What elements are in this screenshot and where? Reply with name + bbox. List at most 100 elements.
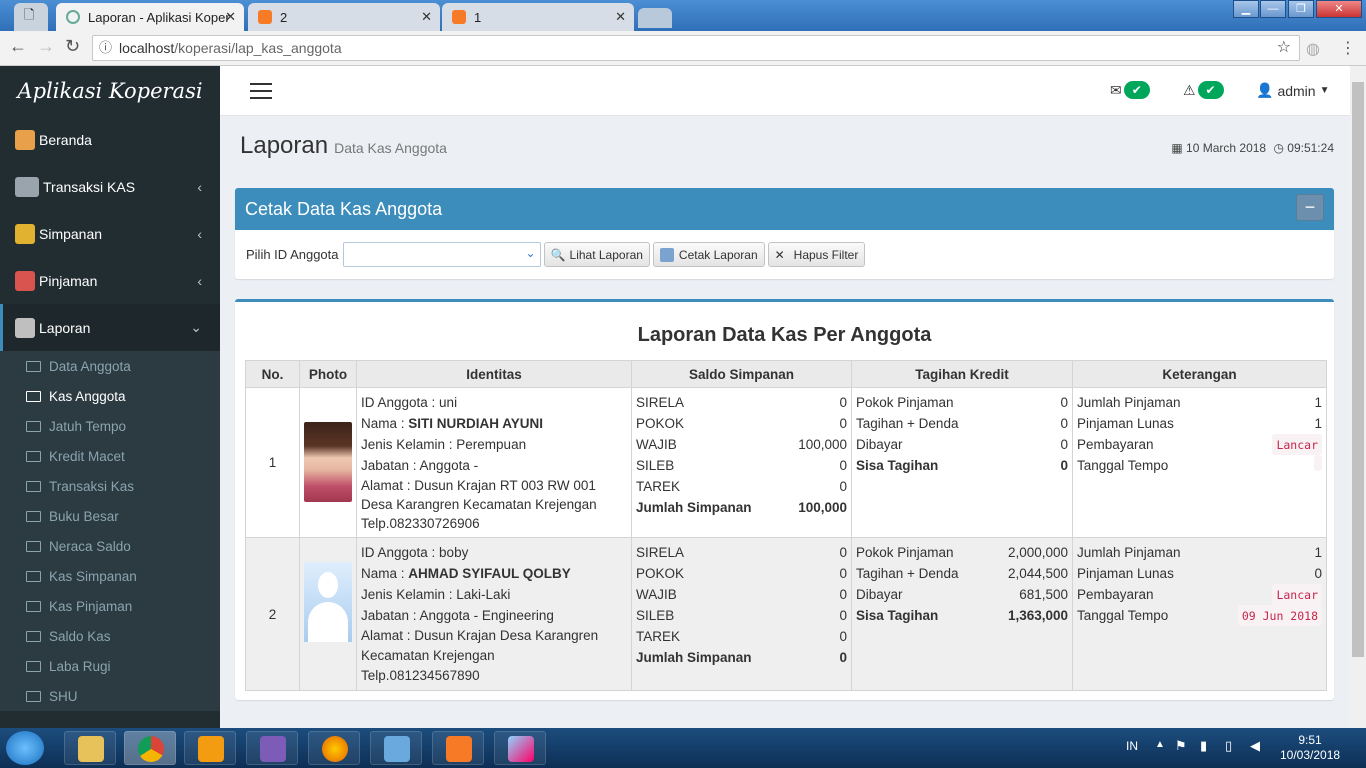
- scrollbar-thumb[interactable]: [1352, 82, 1364, 657]
- cell-photo: [299, 537, 357, 691]
- sidebar-item-simpanan[interactable]: Simpanan ‹: [0, 210, 220, 257]
- taskbar-visual-studio[interactable]: [246, 731, 298, 765]
- messages-menu[interactable]: ✉ ✔: [1110, 81, 1150, 99]
- taskbar-chrome[interactable]: [124, 731, 176, 765]
- cell-kredit: Pokok Pinjaman 0 Tagihan + Denda 0 Dibayar…: [851, 387, 1073, 538]
- minimize-icon[interactable]: —: [1260, 0, 1286, 18]
- saving-row: POKOK 0: [636, 563, 847, 584]
- print-report-button[interactable]: Cetak Laporan: [652, 242, 765, 267]
- credit-row: Tagihan + Denda 0: [856, 413, 1068, 434]
- submenu-buku-besar[interactable]: Buku Besar: [0, 501, 220, 531]
- saving-total-row: Jumlah Simpanan 0: [636, 647, 847, 668]
- saving-total-row: Jumlah Simpanan 100,000: [636, 497, 847, 518]
- sidebar: Aplikasi Koperasi Beranda Transaksi KAS …: [0, 66, 220, 728]
- member-position: Jabatan : Anggota -: [361, 458, 479, 473]
- sidebar-item-pinjaman[interactable]: Pinjaman ‹: [0, 257, 220, 304]
- back-icon[interactable]: ←: [9, 36, 27, 57]
- member-id: ID Anggota : uni: [361, 395, 458, 410]
- submenu-jatuh-tempo[interactable]: Jatuh Tempo: [0, 411, 220, 441]
- collapse-minus-icon[interactable]: −: [1296, 194, 1324, 221]
- cell-photo: [299, 387, 357, 538]
- language-indicator[interactable]: IN: [1126, 739, 1138, 753]
- windows-start-icon[interactable]: [6, 731, 44, 765]
- close-window-icon[interactable]: ✕: [1316, 0, 1362, 18]
- submenu-transaksi-kas[interactable]: Transaksi Kas: [0, 471, 220, 501]
- paint-icon: [508, 736, 534, 762]
- volume-icon[interactable]: ◀: [1250, 738, 1260, 754]
- warning-icon: ⚠: [1183, 81, 1196, 98]
- sidebar-item-laporan[interactable]: Laporan ⌄: [0, 304, 220, 351]
- taskbar-remote-desktop[interactable]: [370, 731, 422, 765]
- submenu-laba-rugi[interactable]: Laba Rugi: [0, 651, 220, 681]
- new-tab-button[interactable]: [638, 8, 672, 28]
- taskbar-xampp[interactable]: [432, 731, 484, 765]
- sidebar-item-beranda[interactable]: Beranda: [0, 116, 220, 163]
- note-label: Pinjaman Lunas: [1077, 416, 1174, 431]
- saving-value: 0: [839, 479, 847, 494]
- saving-label: WAJIB: [636, 437, 677, 452]
- submenu-shu[interactable]: SHU: [0, 681, 220, 711]
- minimize-icon[interactable]: ▁: [1233, 0, 1259, 18]
- taskbar-explorer[interactable]: [64, 731, 116, 765]
- submenu-kas-pinjaman[interactable]: Kas Pinjaman: [0, 591, 220, 621]
- name-label: Nama :: [361, 566, 409, 581]
- sidebar-item-transaksi-kas[interactable]: Transaksi KAS ‹: [0, 163, 220, 210]
- tab-laporan[interactable]: Laporan - Aplikasi Koper ✕: [56, 3, 244, 31]
- submenu-neraca-saldo[interactable]: Neraca Saldo: [0, 531, 220, 561]
- submenu-kredit-macet[interactable]: Kredit Macet: [0, 441, 220, 471]
- button-label: Lihat Laporan: [569, 247, 643, 262]
- sidebar-toggle-icon[interactable]: [250, 83, 272, 99]
- member-gender: Jenis Kelamin : Perempuan: [361, 437, 527, 452]
- address-bar: ← → ↻ ⓘ localhost/koperasi/lap_kas_anggo…: [0, 31, 1366, 66]
- action-center-icon[interactable]: ⚑: [1175, 738, 1187, 754]
- forward-icon[interactable]: →: [37, 36, 55, 57]
- page-scrollbar[interactable]: [1350, 66, 1366, 728]
- menu-kebab-icon[interactable]: ⋮: [1340, 38, 1356, 58]
- chevron-down-icon: ⌄: [190, 319, 202, 335]
- xampp-icon: [446, 736, 472, 762]
- submenu-kas-anggota[interactable]: Kas Anggota: [0, 381, 220, 411]
- folder-open-icon: [26, 390, 41, 402]
- taskbar-paint[interactable]: [494, 731, 546, 765]
- tray-expand-icon[interactable]: ▲: [1155, 739, 1165, 750]
- credit-label: Pokok Pinjaman: [856, 395, 954, 410]
- submenu-label: Neraca Saldo: [49, 538, 131, 554]
- credit-row: Dibayar 0: [856, 434, 1068, 455]
- saving-value: 0: [839, 545, 847, 560]
- globe-icon[interactable]: ◍: [1306, 39, 1320, 59]
- user-menu[interactable]: 👤 admin ▼: [1256, 82, 1329, 99]
- close-tab-icon[interactable]: ✕: [421, 9, 432, 25]
- saving-row: WAJIB 0: [636, 584, 847, 605]
- credit-balance-value: 0: [1060, 458, 1068, 473]
- new-page-tab[interactable]: 🗋: [14, 3, 48, 31]
- page-loading-icon: [66, 10, 80, 24]
- close-tab-icon[interactable]: ✕: [225, 9, 236, 25]
- taskbar-media-player[interactable]: [184, 731, 236, 765]
- reload-icon[interactable]: ↻: [65, 36, 80, 57]
- close-tab-icon[interactable]: ✕: [615, 9, 626, 25]
- network-icon[interactable]: ▮: [1200, 738, 1207, 754]
- clear-filter-button[interactable]: ✕ Hapus Filter: [767, 242, 866, 267]
- col-keterangan: Keterangan: [1072, 360, 1327, 388]
- folder-icon: [26, 600, 41, 612]
- url-input[interactable]: ⓘ localhost/koperasi/lap_kas_anggota ☆: [92, 35, 1300, 61]
- taskbar-firefox[interactable]: [308, 731, 360, 765]
- member-id-select[interactable]: ⌄: [342, 242, 541, 267]
- submenu-data-anggota[interactable]: Data Anggota: [0, 351, 220, 381]
- bookmark-star-icon[interactable]: ☆: [1277, 36, 1291, 60]
- submenu-kas-simpanan[interactable]: Kas Simpanan: [0, 561, 220, 591]
- table-row: 2 ID Anggota : boby Nama : AHMAD SYIFAUL…: [245, 537, 1327, 691]
- taskbar-clock[interactable]: 9:51 10/03/2018: [1280, 733, 1340, 763]
- maximize-icon[interactable]: ❐: [1288, 0, 1314, 18]
- tab-2[interactable]: 2 ✕: [248, 3, 440, 31]
- folder-icon: [26, 480, 41, 492]
- note-value: 0: [1314, 566, 1322, 581]
- folder-icon: [26, 630, 41, 642]
- app-logo[interactable]: Aplikasi Koperasi: [0, 66, 220, 116]
- view-report-button[interactable]: 🔍 Lihat Laporan: [543, 242, 650, 267]
- page-title: Laporan Data Kas Anggota: [240, 132, 447, 160]
- submenu-saldo-kas[interactable]: Saldo Kas: [0, 621, 220, 651]
- notifications-menu[interactable]: ⚠ ✔: [1183, 81, 1224, 99]
- tab-1[interactable]: 1 ✕: [442, 3, 634, 31]
- power-icon[interactable]: ▯: [1225, 738, 1232, 754]
